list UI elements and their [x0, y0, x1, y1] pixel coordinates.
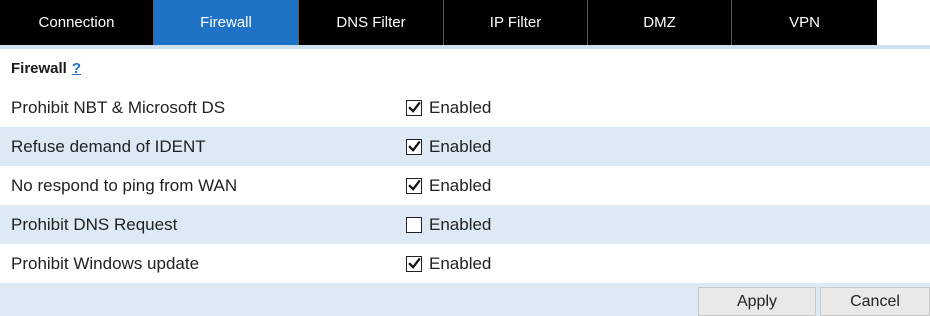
enabled-checkbox-ident[interactable]: Enabled — [406, 137, 491, 157]
apply-button[interactable]: Apply — [698, 287, 816, 316]
enabled-checkbox-windows-update[interactable]: Enabled — [406, 254, 491, 274]
action-bar: Apply Cancel — [0, 283, 930, 316]
setting-row-refuse-ident: Refuse demand of IDENT Enabled — [0, 127, 930, 166]
setting-label: Refuse demand of IDENT — [11, 136, 206, 156]
section-title: Firewall — [11, 60, 67, 77]
setting-row-no-ping-wan: No respond to ping from WAN Enabled — [0, 166, 930, 205]
checkbox-label: Enabled — [429, 136, 492, 156]
enabled-checkbox-ping[interactable]: Enabled — [406, 176, 491, 196]
settings-list: Prohibit NBT & Microsoft DS Enabled Refu… — [0, 88, 930, 283]
checkbox[interactable] — [406, 177, 422, 194]
checkbox[interactable] — [406, 255, 422, 272]
setting-label: Prohibit DNS Request — [11, 214, 178, 234]
tab-dns-filter[interactable]: DNS Filter — [299, 0, 444, 45]
checkbox-label: Enabled — [429, 253, 492, 273]
tab-ip-filter[interactable]: IP Filter — [444, 0, 588, 45]
enabled-checkbox-dns[interactable]: Enabled — [406, 215, 491, 235]
setting-label: Prohibit NBT & Microsoft DS — [11, 97, 226, 117]
cancel-button[interactable]: Cancel — [820, 287, 930, 316]
checkbox-label: Enabled — [429, 97, 492, 117]
checkmark-icon — [407, 257, 421, 269]
setting-label: Prohibit Windows update — [11, 253, 200, 273]
help-link[interactable]: ? — [72, 60, 81, 77]
setting-row-prohibit-windows-update: Prohibit Windows update Enabled — [0, 244, 930, 283]
tab-firewall[interactable]: Firewall — [154, 0, 299, 45]
section-header: Firewall ? — [0, 45, 930, 88]
checkmark-icon — [407, 101, 421, 113]
tab-dmz[interactable]: DMZ — [588, 0, 732, 45]
tab-bar: Connection Firewall DNS Filter IP Filter… — [0, 0, 930, 45]
setting-row-prohibit-dns: Prohibit DNS Request Enabled — [0, 205, 930, 244]
checkmark-icon — [407, 179, 421, 191]
tab-vpn[interactable]: VPN — [732, 0, 877, 45]
tab-connection[interactable]: Connection — [0, 0, 154, 45]
checkbox[interactable] — [406, 99, 422, 116]
enabled-checkbox-nbt[interactable]: Enabled — [406, 98, 491, 118]
checkbox-label: Enabled — [429, 175, 492, 195]
checkbox[interactable] — [406, 138, 422, 155]
checkbox[interactable] — [406, 216, 422, 233]
setting-row-prohibit-nbt: Prohibit NBT & Microsoft DS Enabled — [0, 88, 930, 127]
checkmark-icon — [407, 140, 421, 152]
checkbox-label: Enabled — [429, 214, 492, 234]
setting-label: No respond to ping from WAN — [11, 175, 238, 195]
